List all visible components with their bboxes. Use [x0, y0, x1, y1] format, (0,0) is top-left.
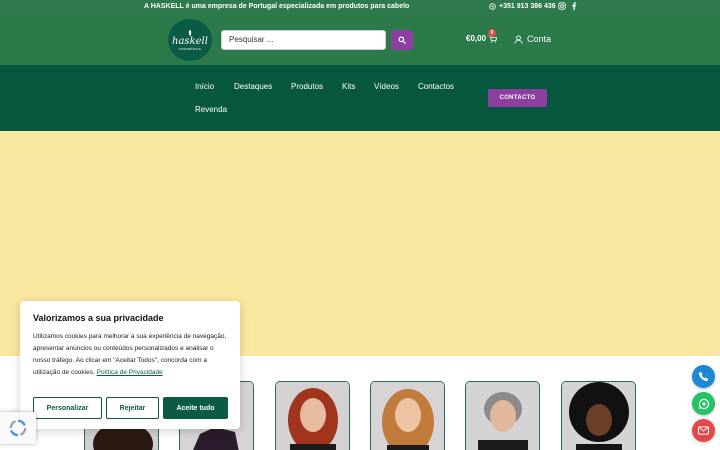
- recaptcha-icon: [9, 419, 27, 437]
- haskell-logo[interactable]: haskell cosméticos: [168, 19, 212, 61]
- cart-total: €0,00: [466, 34, 487, 43]
- search-input[interactable]: Pesquisar ...: [221, 30, 386, 50]
- model-image: [562, 382, 635, 450]
- whatsapp-icon: [698, 398, 709, 409]
- instagram-icon[interactable]: [558, 2, 566, 10]
- contact-button[interactable]: CONTACTO: [488, 89, 547, 107]
- nav-item-videos[interactable]: Vídeos: [374, 82, 399, 91]
- privacy-policy-link[interactable]: Política de Privacidade: [97, 369, 163, 376]
- cart-count-badge: 0: [488, 29, 496, 37]
- logo-brand: haskell: [172, 35, 208, 47]
- model-card-blonde-hair[interactable]: [370, 381, 445, 450]
- call-float-button[interactable]: [692, 365, 715, 388]
- cookie-title: Valorizamos a sua privacidade: [33, 313, 164, 323]
- account-link[interactable]: Conta: [514, 34, 551, 44]
- customize-button[interactable]: Personalizar: [33, 397, 102, 419]
- model-card-grey-hair[interactable]: [465, 381, 540, 450]
- phone-icon: [698, 371, 709, 382]
- main-navigation: [0, 65, 720, 131]
- logo-subtitle: cosméticos: [178, 46, 202, 51]
- nav-item-destaques[interactable]: Destaques: [234, 82, 272, 91]
- search-icon: [398, 36, 406, 44]
- nav-item-kits[interactable]: Kits: [342, 82, 355, 91]
- model-card-red-hair[interactable]: [275, 381, 350, 450]
- cookie-consent-dialog: Valorizamos a sua privacidade Utilizamos…: [20, 301, 240, 429]
- user-icon: [514, 34, 523, 44]
- cookie-text: Utilizamos cookies para melhorar a sua e…: [33, 331, 227, 379]
- announcement-text: A HASKELL é uma empresa de Portugal espe…: [144, 3, 410, 10]
- nav-item-contactos[interactable]: Contactos: [418, 82, 454, 91]
- whatsapp-float-button[interactable]: [692, 392, 715, 415]
- nav-item-revenda[interactable]: Revenda: [195, 105, 227, 114]
- whatsapp-small-icon: [489, 3, 496, 10]
- model-image: [371, 382, 444, 450]
- nav-item-produtos[interactable]: Produtos: [291, 82, 323, 91]
- model-image: [466, 382, 539, 450]
- reject-button[interactable]: Rejeitar: [106, 397, 159, 419]
- nav-item-inicio[interactable]: Início: [195, 82, 214, 91]
- phone-link[interactable]: +351 913 386 436: [489, 3, 556, 10]
- social-links: [558, 2, 577, 10]
- mail-icon: [698, 426, 709, 435]
- facebook-icon[interactable]: [571, 2, 577, 10]
- accept-all-button[interactable]: Aceite tudo: [163, 397, 228, 419]
- top-announcement-bar: A HASKELL é uma empresa de Portugal espe…: [0, 0, 720, 15]
- account-label: Conta: [527, 34, 552, 44]
- search-button[interactable]: [391, 30, 413, 50]
- model-card-afro-hair[interactable]: [561, 381, 636, 450]
- cart-button[interactable]: €0,00 0: [466, 29, 498, 43]
- email-float-button[interactable]: [692, 419, 715, 442]
- recaptcha-badge[interactable]: [0, 412, 36, 444]
- model-image: [276, 382, 349, 450]
- cookie-buttons: Personalizar Rejeitar Aceite tudo: [33, 397, 228, 419]
- phone-number: +351 913 386 436: [499, 3, 556, 10]
